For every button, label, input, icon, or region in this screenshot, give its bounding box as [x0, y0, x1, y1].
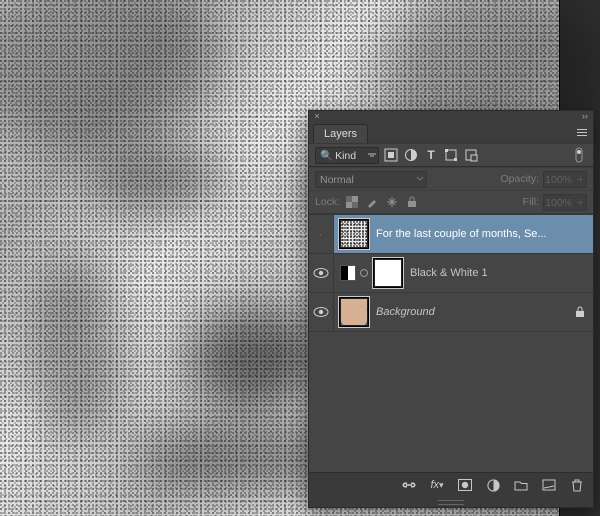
- blend-row: Normal Opacity: 100%: [309, 167, 593, 190]
- opacity-label: Opacity:: [500, 173, 539, 185]
- visibility-toggle[interactable]: [309, 254, 334, 292]
- new-adjustment-icon[interactable]: [485, 477, 501, 493]
- filter-toggle-switch[interactable]: [571, 147, 587, 163]
- filter-shape-icon[interactable]: [443, 147, 459, 163]
- fill-value: 100%: [545, 197, 572, 209]
- visibility-toggle[interactable]: [309, 293, 334, 331]
- layers-panel: × ›› Layers 🔍Kind T: [308, 110, 594, 508]
- layer-row[interactable]: ▫ For the last couple of months, Se...: [309, 214, 593, 253]
- lock-position-icon[interactable]: [384, 194, 400, 210]
- lock-icon: [575, 306, 585, 318]
- eye-icon: [313, 267, 329, 279]
- filter-smartobj-icon[interactable]: [463, 147, 479, 163]
- layer-name[interactable]: Black & White 1: [410, 267, 585, 279]
- eye-icon: [313, 306, 329, 318]
- lock-all-icon[interactable]: [404, 194, 420, 210]
- filter-kind-label: Kind: [335, 150, 356, 162]
- visibility-off-icon: ▫: [320, 232, 322, 237]
- link-layers-icon[interactable]: [401, 477, 417, 493]
- collapse-panel-icon[interactable]: ››: [581, 112, 589, 120]
- add-mask-icon[interactable]: [457, 477, 473, 493]
- layer-row[interactable]: Black & White 1: [309, 253, 593, 292]
- tab-layers-label: Layers: [324, 128, 357, 140]
- filter-pixel-icon[interactable]: [383, 147, 399, 163]
- lock-transparency-icon[interactable]: [344, 194, 360, 210]
- adjustment-layer-icon: [340, 265, 356, 281]
- fill-field[interactable]: 100%: [543, 194, 587, 211]
- layer-thumbnail[interactable]: [340, 220, 368, 248]
- layer-list-empty-area[interactable]: [309, 331, 593, 472]
- blend-mode-dropdown[interactable]: Normal: [315, 171, 427, 188]
- layer-thumbnail[interactable]: [340, 298, 368, 326]
- panel-footer: fx▾: [309, 472, 593, 497]
- layer-filter-row: 🔍Kind T: [309, 143, 593, 167]
- layer-name[interactable]: For the last couple of months, Se...: [376, 228, 585, 240]
- lock-pixels-icon[interactable]: [364, 194, 380, 210]
- layer-name[interactable]: Background: [376, 306, 571, 318]
- filter-type-icon[interactable]: T: [423, 147, 439, 163]
- panel-drag-strip[interactable]: × ››: [309, 111, 593, 121]
- layer-mask-thumbnail[interactable]: [374, 259, 402, 287]
- lock-label: Lock:: [315, 196, 340, 208]
- blend-mode-value: Normal: [320, 174, 354, 186]
- panel-menu-button[interactable]: [575, 125, 589, 139]
- opacity-field[interactable]: 100%: [543, 171, 587, 188]
- new-layer-icon[interactable]: [541, 477, 557, 493]
- panel-resize-handle[interactable]: [309, 497, 593, 507]
- close-panel-icon[interactable]: ×: [313, 112, 321, 120]
- fx-icon[interactable]: fx▾: [429, 477, 445, 493]
- layer-row[interactable]: Background: [309, 292, 593, 331]
- tab-layers[interactable]: Layers: [313, 124, 368, 143]
- delete-layer-icon[interactable]: [569, 477, 585, 493]
- fill-label: Fill:: [523, 196, 539, 208]
- panel-tab-bar: Layers: [309, 121, 593, 143]
- new-group-icon[interactable]: [513, 477, 529, 493]
- filter-kind-dropdown[interactable]: 🔍Kind: [315, 147, 379, 164]
- opacity-value: 100%: [545, 174, 572, 186]
- lock-row: Lock: Fill: 100%: [309, 190, 593, 214]
- filter-adjustment-icon[interactable]: [403, 147, 419, 163]
- mask-link-icon[interactable]: [360, 269, 368, 277]
- visibility-toggle[interactable]: ▫: [309, 215, 334, 253]
- layer-list: ▫ For the last couple of months, Se... B…: [309, 214, 593, 472]
